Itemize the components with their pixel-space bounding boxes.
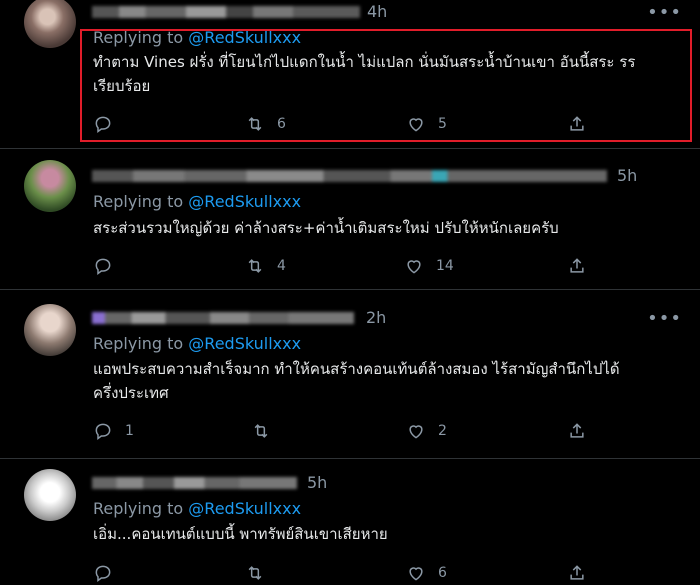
tweet-time[interactable]: 4h <box>367 2 387 21</box>
tweet-time[interactable]: 2h <box>366 308 386 327</box>
share-icon <box>570 423 584 438</box>
like-icon <box>407 260 421 274</box>
more-icon[interactable]: ••• <box>647 308 682 329</box>
tweet[interactable]: 2h ••• Replying to @RedSkullxxx แอพประสบ… <box>0 290 700 459</box>
author-name-blurred[interactable] <box>92 170 607 182</box>
retweet-button[interactable]: 4 <box>245 254 286 278</box>
reply-button[interactable] <box>93 561 125 585</box>
replying-label: Replying to <box>93 192 184 211</box>
tweet-actions: 1 2 <box>93 419 613 443</box>
author-name-blurred[interactable] <box>92 6 360 18</box>
like-count: 14 <box>436 258 454 274</box>
retweet-icon <box>254 424 268 438</box>
tweet-actions: 4 14 <box>93 254 613 278</box>
tweet-time[interactable]: 5h <box>617 166 637 185</box>
retweet-button[interactable] <box>251 419 283 443</box>
tweet[interactable]: 5h Replying to @RedSkullxxx เอิ่ม...คอนเ… <box>0 459 700 584</box>
author-name-blurred[interactable] <box>92 477 297 489</box>
like-button[interactable]: 14 <box>404 254 454 278</box>
reply-button[interactable]: 1 <box>93 419 134 443</box>
share-icon <box>570 258 584 273</box>
avatar[interactable] <box>24 304 76 356</box>
retweet-icon <box>248 566 262 580</box>
avatar[interactable] <box>24 0 76 48</box>
share-button[interactable] <box>567 254 587 278</box>
like-count: 6 <box>438 565 447 581</box>
like-button[interactable]: 2 <box>406 419 447 443</box>
avatar[interactable] <box>24 160 76 212</box>
share-icon <box>570 565 584 580</box>
replying-to: Replying to @RedSkullxxx <box>93 192 301 211</box>
more-icon[interactable]: ••• <box>647 2 682 23</box>
retweet-icon <box>248 259 262 273</box>
tweet-time[interactable]: 5h <box>307 473 327 492</box>
reply-handle-link[interactable]: @RedSkullxxx <box>188 192 301 211</box>
tweet-text: เอิ่ม...คอนเทนต์แบบนี้ พาทรัพย์สินเขาเสี… <box>93 525 388 543</box>
like-button[interactable]: 6 <box>406 561 447 585</box>
like-count: 2 <box>438 423 447 439</box>
reply-button[interactable] <box>93 254 125 278</box>
tweet[interactable]: 5h Replying to @RedSkullxxx สระส่วนรวมให… <box>0 149 700 290</box>
author-name-blurred[interactable] <box>92 312 354 324</box>
reply-handle-link[interactable]: @RedSkullxxx <box>188 334 301 353</box>
reply-count: 1 <box>125 423 134 439</box>
reply-icon <box>95 258 111 275</box>
retweet-count: 4 <box>277 258 286 274</box>
replying-to: Replying to @RedSkullxxx <box>93 334 301 353</box>
tweet-actions: 6 <box>93 561 613 585</box>
replying-to: Replying to @RedSkullxxx <box>93 499 301 518</box>
reply-icon <box>95 565 111 582</box>
like-icon <box>409 425 423 439</box>
highlight-box <box>80 29 692 142</box>
reply-handle-link[interactable]: @RedSkullxxx <box>188 499 301 518</box>
tweet-text: แอพประสบความสำเร็จมาก ทำให้คนสร้างคอนเท้… <box>93 360 620 402</box>
replying-label: Replying to <box>93 499 184 518</box>
like-icon <box>409 567 423 581</box>
retweet-button[interactable] <box>245 561 277 585</box>
avatar[interactable] <box>24 469 76 521</box>
share-button[interactable] <box>567 561 587 585</box>
share-button[interactable] <box>567 419 587 443</box>
reply-icon <box>95 423 111 440</box>
tweet-text: สระส่วนรวมใหญ่ด้วย ค่าล้างสระ+ค่าน้ำเติม… <box>93 219 559 237</box>
replying-label: Replying to <box>93 334 184 353</box>
